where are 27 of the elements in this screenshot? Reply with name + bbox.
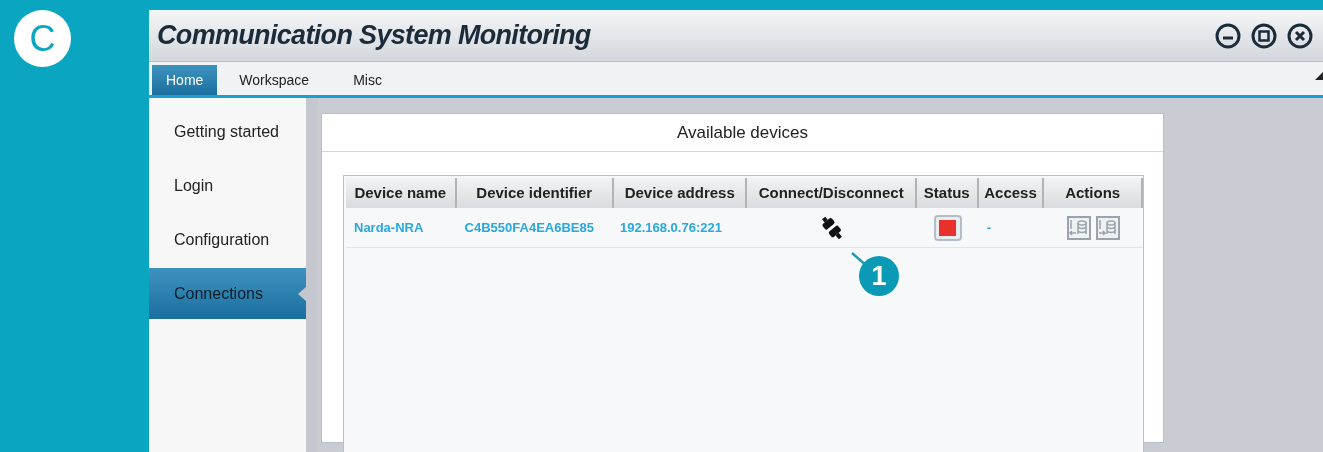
table-cell: - bbox=[986, 219, 991, 235]
sidebar-item[interactable]: Connections bbox=[149, 268, 306, 319]
tab[interactable]: Misc bbox=[331, 65, 404, 95]
column-header[interactable]: Connect/Disconnect bbox=[747, 178, 917, 208]
minimize-icon[interactable] bbox=[1215, 22, 1241, 49]
column-header[interactable]: Device name bbox=[346, 178, 457, 208]
section-badge: C bbox=[14, 10, 71, 67]
sidebar-item[interactable]: Login bbox=[149, 160, 306, 211]
table-cell-text: C4B550FA4EA6BE85 bbox=[463, 218, 595, 237]
table-cell-text: 192.168.0.76:221 bbox=[619, 218, 723, 237]
pointer-icon bbox=[298, 286, 307, 302]
status-indicator[interactable] bbox=[933, 214, 962, 241]
column-header[interactable]: Device address bbox=[614, 178, 748, 208]
panel-title: Available devices bbox=[322, 114, 1163, 152]
sidebar-item[interactable]: Configuration bbox=[149, 214, 306, 265]
close-icon[interactable] bbox=[1287, 22, 1313, 49]
column-header[interactable]: Device identifier bbox=[456, 178, 614, 208]
column-header[interactable]: Access bbox=[978, 178, 1045, 208]
maximize-icon[interactable] bbox=[1251, 22, 1277, 49]
tab[interactable]: Home bbox=[152, 65, 218, 95]
sidebar-item[interactable]: Getting started bbox=[149, 106, 306, 157]
table-cell-text: Narda-NRA bbox=[353, 218, 425, 237]
tab[interactable]: Workspace bbox=[217, 65, 332, 95]
column-header[interactable]: Status bbox=[916, 178, 979, 208]
collapse-icon[interactable] bbox=[1315, 72, 1323, 80]
window-title: Communication System Monitoring bbox=[157, 19, 591, 53]
column-header[interactable]: Actions bbox=[1044, 178, 1143, 208]
